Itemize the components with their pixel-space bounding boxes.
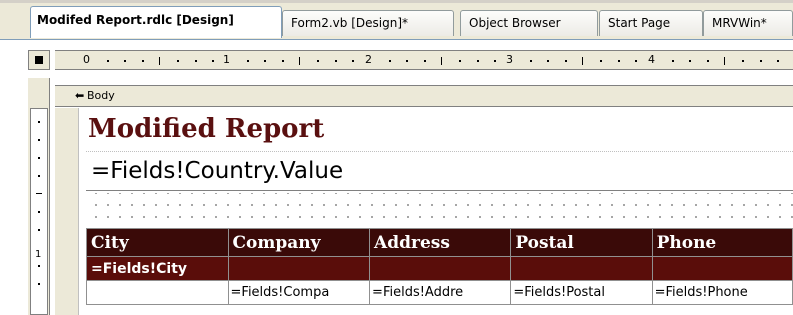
- detail-cell-company[interactable]: =Fields!Compa: [227, 280, 371, 305]
- ruler-dot: [617, 60, 620, 62]
- detail-cell-postal[interactable]: =Fields!Postal: [510, 280, 653, 305]
- tab-label: MRVWin*: [712, 16, 767, 30]
- detail-cell[interactable]: [86, 280, 229, 305]
- ruler-dot: [476, 60, 479, 62]
- country-expression[interactable]: =Fields!Country.Value: [91, 158, 343, 184]
- vertical-ruler-dot: [38, 229, 40, 231]
- ruler-dot: [600, 60, 602, 62]
- header-cell-phone[interactable]: Phone: [651, 228, 793, 257]
- ruler-dot: [459, 60, 461, 62]
- horizontal-ruler: 0 1 2 3 4: [55, 50, 793, 70]
- ruler-dot: [494, 60, 497, 62]
- ruler-dot: [423, 60, 426, 62]
- tab-label: Form2.vb [Design]*: [291, 16, 409, 30]
- header-cell-postal[interactable]: Postal: [510, 228, 653, 257]
- group-cell[interactable]: [651, 256, 793, 281]
- vertical-ruler-dot: [38, 157, 40, 159]
- document-tab-strip: Form2.vb [Design]* Object Browser Start …: [0, 0, 793, 40]
- tab-strip-top-border: [0, 0, 793, 3]
- ruler-label-3: 3: [506, 53, 513, 66]
- ruler-dot: [689, 60, 692, 62]
- tab-mrvwin[interactable]: MRVWin*: [703, 10, 793, 36]
- detail-cell-phone[interactable]: =Fields!Phone: [651, 280, 793, 305]
- ruler-dot: [759, 60, 762, 62]
- tab-object-browser[interactable]: Object Browser: [460, 10, 598, 36]
- vertical-ruler-tick: [36, 193, 42, 194]
- group-cell[interactable]: [369, 256, 512, 281]
- ruler-dot: [635, 60, 638, 62]
- vertical-ruler-dot: [38, 175, 40, 177]
- group-cell[interactable]: [510, 256, 653, 281]
- group-cell[interactable]: [227, 256, 371, 281]
- vertical-ruler-dot: [38, 283, 40, 285]
- body-section-label: Body: [87, 89, 115, 102]
- ruler-half-tick: [582, 57, 584, 65]
- tab-start-page[interactable]: Start Page: [599, 10, 703, 36]
- ruler-half-tick: [441, 57, 443, 65]
- ruler-dot: [777, 60, 780, 62]
- table-header-row: City Company Address Postal Phone: [86, 228, 793, 257]
- ruler-label-0: 0: [83, 53, 90, 66]
- ruler-half-tick: [724, 57, 726, 65]
- report-table[interactable]: City Company Address Postal Phone =Field…: [86, 228, 793, 305]
- group-cell-city[interactable]: =Fields!City: [86, 256, 229, 281]
- ruler-dot: [529, 60, 532, 62]
- collapse-arrow-icon[interactable]: ⬅: [75, 89, 84, 102]
- ruler-dot: [177, 60, 179, 62]
- vertical-ruler-dot: [38, 211, 40, 213]
- header-cell-company[interactable]: Company: [227, 228, 371, 257]
- body-section-header[interactable]: ⬅ Body: [55, 85, 793, 107]
- vertical-ruler: 1: [30, 108, 48, 315]
- ruler-dot: [194, 60, 197, 62]
- design-grid-dots: [86, 193, 793, 223]
- ruler-dot: [388, 60, 391, 62]
- ruler-label-2: 2: [365, 53, 372, 66]
- ruler-dot: [212, 60, 215, 62]
- ruler-dot: [406, 60, 409, 62]
- square-icon: [35, 56, 43, 64]
- ruler-dot: [334, 60, 337, 62]
- tab-modified-report-design[interactable]: Modifed Report.rdlc [Design]: [30, 6, 282, 38]
- ruler-dot: [106, 60, 109, 62]
- header-cell-address[interactable]: Address: [369, 228, 512, 257]
- ruler-label-1: 1: [223, 53, 230, 66]
- ruler-half-tick: [299, 57, 301, 65]
- ruler-dot: [547, 60, 550, 62]
- report-title[interactable]: Modified Report: [88, 114, 324, 144]
- vertical-ruler-dot: [38, 139, 40, 141]
- ruler-label-4: 4: [648, 53, 655, 66]
- ruler-dot: [124, 60, 127, 62]
- ruler-dot: [246, 60, 249, 62]
- ruler-dot: [706, 60, 709, 62]
- table-group-row: =Fields!City: [86, 256, 793, 281]
- vertical-ruler-label: 1: [35, 249, 42, 260]
- vertical-ruler-dot: [38, 121, 40, 123]
- tab-label: Modifed Report.rdlc [Design]: [37, 13, 234, 27]
- select-all-button[interactable]: [28, 50, 50, 70]
- table-detail-row: =Fields!Compa =Fields!Addre =Fields!Post…: [86, 280, 793, 305]
- ruler-dot: [281, 60, 284, 62]
- header-cell-city[interactable]: City: [86, 228, 229, 257]
- ruler-dot: [742, 60, 744, 62]
- tab-form2-design[interactable]: Form2.vb [Design]*: [282, 10, 454, 36]
- ruler-dot: [564, 60, 567, 62]
- ruler-dot: [141, 60, 144, 62]
- ruler-dot: [317, 60, 319, 62]
- ruler-dot: [352, 60, 355, 62]
- tab-label: Object Browser: [469, 16, 561, 30]
- ruler-dot: [264, 60, 267, 62]
- vertical-ruler-dot: [38, 265, 40, 267]
- detail-cell-address[interactable]: =Fields!Addre: [369, 280, 512, 305]
- ruler-dot: [671, 60, 674, 62]
- row-handle-gutter: [55, 108, 79, 315]
- ruler-half-tick: [159, 57, 161, 65]
- tab-label: Start Page: [608, 16, 671, 30]
